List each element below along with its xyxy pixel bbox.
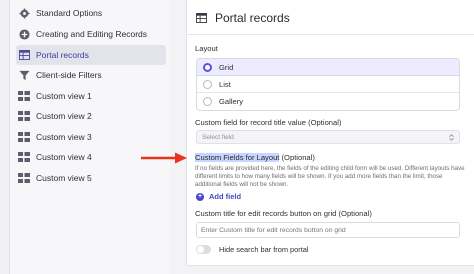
hide-search-toggle[interactable] <box>196 245 211 254</box>
edit-button-title-label: Custom title for edit records button on … <box>195 209 372 218</box>
gear-icon <box>18 7 30 19</box>
table-icon <box>18 49 30 61</box>
add-field-button[interactable]: + Add field <box>196 192 241 201</box>
plus-icon: + <box>196 192 204 201</box>
sidebar-item-label: Custom view 4 <box>36 152 92 162</box>
view-icon <box>18 131 30 143</box>
annotation-arrow-icon <box>141 152 187 164</box>
edit-button-title-input[interactable] <box>196 222 460 238</box>
layout-option-gallery[interactable]: Gallery <box>197 93 459 110</box>
sidebar-item-standard-options[interactable]: Standard Options <box>16 3 166 23</box>
title-field-label: Custom field for record title value (Opt… <box>195 118 342 127</box>
sidebar-item-label: Standard Options <box>36 8 103 18</box>
layout-option-label: Grid <box>219 62 234 72</box>
layout-option-label: List <box>219 79 231 89</box>
page-title: Portal records <box>215 11 290 25</box>
layout-option-list[interactable]: List <box>197 76 459 93</box>
chevron-updown-icon <box>449 134 454 143</box>
sidebar-item-custom-view-1[interactable]: Custom view 1 <box>16 86 166 106</box>
sidebar-item-custom-view-2[interactable]: Custom view 2 <box>16 106 166 126</box>
plus-circle-icon <box>18 28 30 40</box>
view-icon <box>18 151 30 163</box>
custom-fields-label: Custom Fields for Layout (Optional) <box>195 153 315 162</box>
add-field-label: Add field <box>209 192 242 201</box>
view-icon <box>18 90 30 102</box>
custom-fields-label-optional: (Optional) <box>279 153 315 162</box>
sidebar-item-custom-view-3[interactable]: Custom view 3 <box>16 127 166 147</box>
hide-search-toggle-row: Hide search bar from portal <box>196 245 309 254</box>
custom-fields-label-highlight: Custom Fields for Layout <box>195 153 280 162</box>
sidebar-item-label: Custom view 3 <box>36 132 92 142</box>
window-left-edge <box>0 0 10 274</box>
layout-radio-group: Grid List Gallery <box>196 58 460 111</box>
toggle-knob <box>197 246 204 253</box>
panel-header: Portal records <box>195 10 290 26</box>
view-icon <box>18 110 30 122</box>
radio-selected-icon <box>203 62 212 72</box>
sidebar-item-label: Custom view 1 <box>36 91 92 101</box>
custom-fields-help-text: If no fields are provided here, the fiel… <box>195 165 465 188</box>
select-placeholder: Select field <box>202 133 234 141</box>
title-field-select[interactable]: Select field <box>196 130 460 144</box>
filter-icon <box>18 69 30 81</box>
table-icon <box>195 12 207 24</box>
portal-records-panel: Portal records Layout Grid List Gallery … <box>186 0 474 266</box>
sidebar-item-label: Client-side Filters <box>36 70 102 80</box>
sidebar-item-label: Creating and Editing Records <box>36 29 148 39</box>
settings-sidebar: Standard Options Creating and Editing Re… <box>10 0 170 274</box>
sidebar-item-portal-records[interactable]: Portal records <box>16 45 166 65</box>
sidebar-item-custom-view-5[interactable]: Custom view 5 <box>16 168 166 188</box>
layout-label: Layout <box>195 44 218 53</box>
radio-unselected-icon <box>203 79 212 89</box>
sidebar-item-creating-editing[interactable]: Creating and Editing Records <box>16 24 166 44</box>
sidebar-item-label: Portal records <box>36 50 89 60</box>
header-divider <box>187 34 474 35</box>
sidebar-item-label: Custom view 5 <box>36 173 92 183</box>
sidebar-item-client-side-filters[interactable]: Client-side Filters <box>16 65 166 85</box>
layout-option-grid[interactable]: Grid <box>197 59 459 76</box>
toggle-label: Hide search bar from portal <box>219 245 309 254</box>
sidebar-item-label: Custom view 2 <box>36 111 92 121</box>
radio-unselected-icon <box>203 97 212 106</box>
view-icon <box>18 172 30 184</box>
layout-option-label: Gallery <box>219 97 244 106</box>
